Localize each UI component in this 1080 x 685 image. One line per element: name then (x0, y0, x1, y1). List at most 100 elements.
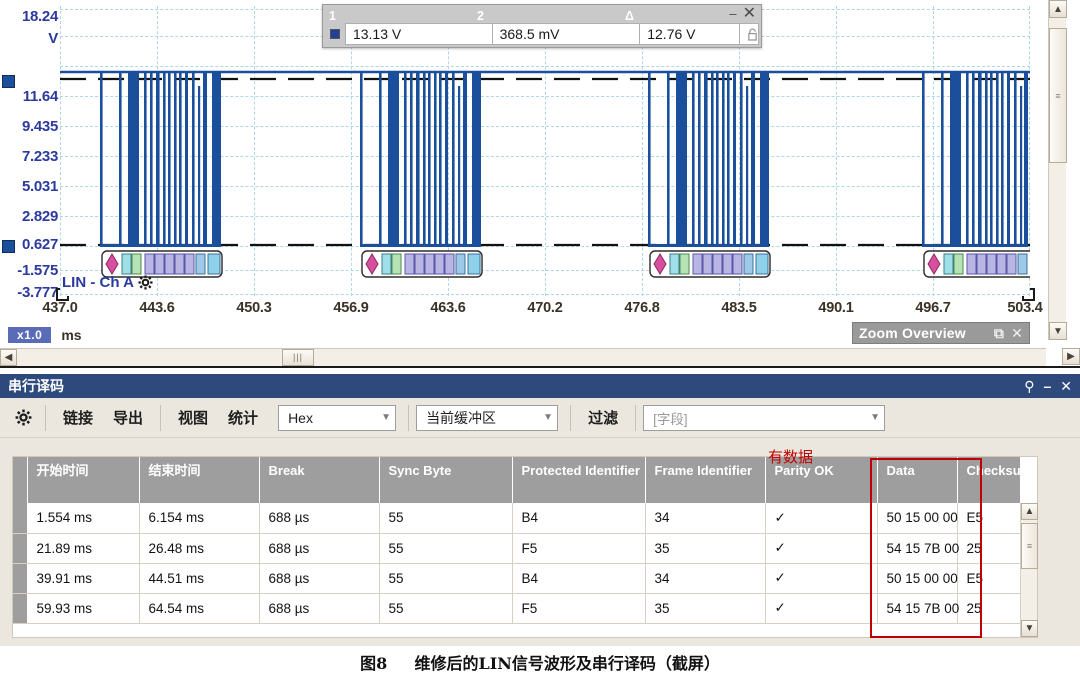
measurement-col2-header: 2 (477, 9, 484, 23)
cell-sync-byte: 55 (379, 503, 513, 534)
scroll-right-button[interactable]: ▶ (1062, 348, 1080, 365)
minimize-icon[interactable]: – (729, 6, 736, 21)
zoom-overview-bar[interactable]: Zoom Overview ⧉ ✕ (852, 322, 1030, 344)
gear-icon[interactable] (138, 275, 153, 290)
cell-break: 688 µs (259, 563, 380, 594)
x-tick-0: 437.0 (42, 300, 78, 316)
cell-frame-identifier: 34 (645, 503, 766, 534)
col-checksum[interactable]: Checksu (957, 457, 1021, 503)
cell-frame-identifier: 34 (645, 563, 766, 594)
chevron-down-icon[interactable]: ▼ (531, 412, 553, 423)
col-sync-byte[interactable]: Sync Byte (379, 457, 513, 503)
channel-a-handle[interactable] (2, 75, 15, 88)
scroll-up-button[interactable]: ▲ (1049, 0, 1067, 18)
scroll-down-button[interactable]: ▼ (1049, 322, 1067, 340)
filter-button[interactable]: 过滤 (578, 403, 628, 432)
col-protected-identifier[interactable]: Protected Identifier (512, 457, 646, 503)
screenshot-root: 18.24 V 11.64 9.435 7.233 5.031 2.829 0.… (0, 0, 1080, 685)
row-handle[interactable] (13, 503, 28, 534)
channel-label[interactable]: LIN - Ch A (62, 274, 153, 291)
cell-protected-identifier: B4 (512, 503, 646, 534)
pin-icon[interactable]: ⚲ (1024, 378, 1034, 395)
vertical-scrollbar[interactable]: ▲ ≡ ▼ (1048, 0, 1067, 340)
buffer-select-value: 当前缓冲区 (426, 409, 497, 426)
vertical-scroll-thumb[interactable]: ≡ (1049, 28, 1067, 163)
channel-zero-handle[interactable] (2, 240, 15, 253)
cell-end-time: 44.51 ms (139, 563, 260, 594)
scroll-left-button[interactable]: ◀ (0, 348, 17, 366)
cell-data: 54 15 7B 00 (877, 533, 959, 564)
minimize-icon[interactable]: – (1043, 378, 1051, 394)
waveform-canvas[interactable] (60, 6, 1030, 296)
row-handle[interactable] (13, 593, 28, 624)
table-row[interactable]: 1.554 ms 6.154 ms 688 µs 55 B4 34 ✓ 50 1… (13, 503, 1021, 534)
y-tick-18: 18.24 (21, 8, 58, 25)
close-icon[interactable]: ✕ (1011, 325, 1023, 342)
format-select[interactable]: Hex ▼ (278, 404, 397, 431)
scroll-down-button[interactable]: ▼ (1021, 620, 1038, 637)
field-select[interactable]: [字段] ▼ (643, 404, 886, 431)
chevron-down-icon[interactable]: ▼ (858, 412, 880, 423)
view-button[interactable]: 视图 (168, 403, 218, 432)
divider (0, 366, 1080, 368)
horizontal-scrollbar[interactable]: ◀ ||| (0, 348, 1046, 366)
restore-icon[interactable]: ⧉ (994, 325, 1004, 342)
x-tick-1: 443.6 (139, 300, 175, 316)
chevron-down-icon[interactable]: ▼ (369, 412, 391, 423)
row-handle[interactable] (13, 563, 28, 594)
col-start-time[interactable]: 开始时间 (27, 457, 140, 503)
cell-sync-byte: 55 (379, 593, 513, 624)
cell-end-time: 26.48 ms (139, 533, 260, 564)
link-button[interactable]: 链接 (53, 403, 103, 432)
cell-data: 54 15 7B 00 (877, 593, 959, 624)
scroll-thumb[interactable]: ||| (282, 348, 314, 366)
cell-protected-identifier: B4 (512, 563, 646, 594)
table-row[interactable]: 39.91 ms 44.51 ms 688 µs 55 B4 34 ✓ 50 1… (13, 563, 1021, 594)
stats-button[interactable]: 统计 (218, 403, 268, 432)
waveform-trace (60, 70, 1030, 278)
scroll-track[interactable]: ||| (17, 348, 1046, 366)
table-row[interactable]: 59.93 ms 64.54 ms 688 µs 55 F5 35 ✓ 54 1… (13, 593, 1021, 624)
measurement-panel[interactable]: 1 2 Δ – ✕ 13.13 V 368.5 mV 12.76 V (322, 4, 762, 48)
panel-titlebar: 串行译码 ⚲ – ✕ (0, 374, 1080, 398)
y-tick-7233: 7.233 (21, 148, 58, 165)
x-tick-9: 496.7 (915, 300, 951, 316)
lock-icon[interactable] (740, 23, 759, 45)
channel-color-swatch[interactable] (325, 23, 345, 45)
cell-sync-byte: 55 (379, 563, 513, 594)
close-icon[interactable]: ✕ (743, 3, 756, 23)
col-break[interactable]: Break (259, 457, 380, 503)
col-data[interactable]: Data (877, 457, 958, 503)
cell-parity-ok: ✓ (765, 503, 878, 534)
vertical-scroll-thumb[interactable]: ≡ (1021, 523, 1038, 569)
y-tick-neg3777: -3.777 (17, 284, 58, 301)
measurement-header: 1 2 Δ – ✕ (323, 5, 761, 23)
y-axis-unit: V (48, 30, 58, 47)
cell-data: 50 15 00 00 (877, 563, 958, 594)
decode-toolbar: 链接 导出 视图 统计 Hex ▼ 当前缓冲区 ▼ 过滤 [字段] ▼ (0, 398, 1080, 438)
figure-number: 图8 (360, 654, 388, 673)
export-button[interactable]: 导出 (103, 403, 153, 432)
gear-icon[interactable] (8, 404, 38, 432)
col-end-time[interactable]: 结束时间 (139, 457, 260, 503)
y-tick-9435: 9.435 (21, 118, 58, 135)
table-vertical-scrollbar[interactable]: ▲ ≡ ▼ (1020, 503, 1038, 637)
y-tick-neg1575: -1.575 (17, 262, 58, 279)
cell-break: 688 µs (259, 593, 380, 624)
buffer-select[interactable]: 当前缓冲区 ▼ (416, 404, 559, 431)
x-scale-badge[interactable]: x1.0 (8, 327, 52, 343)
cell-data: 50 15 00 00 (877, 503, 958, 534)
row-handle[interactable] (13, 533, 28, 564)
table-row[interactable]: 21.89 ms 26.48 ms 688 µs 55 F5 35 ✓ 54 1… (13, 533, 1021, 564)
decode-table: 开始时间 结束时间 Break Sync Byte Protected Iden… (13, 457, 1021, 624)
close-icon[interactable]: ✕ (1060, 378, 1072, 395)
decode-table-container[interactable]: 开始时间 结束时间 Break Sync Byte Protected Iden… (12, 456, 1038, 638)
cell-checksum: 25 (957, 533, 1021, 564)
burst-1 (100, 72, 221, 247)
scroll-up-button[interactable]: ▲ (1021, 503, 1038, 520)
col-frame-identifier[interactable]: Frame Identifier (645, 457, 766, 503)
format-select-value: Hex (288, 409, 313, 426)
cell-start-time: 39.91 ms (27, 563, 140, 594)
cell-protected-identifier: F5 (512, 533, 646, 564)
cell-parity-ok: ✓ (765, 563, 878, 594)
